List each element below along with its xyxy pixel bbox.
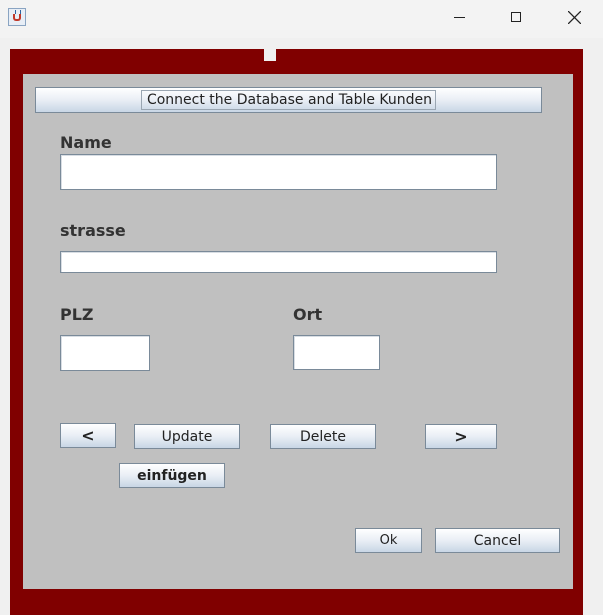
- maximize-icon: [511, 12, 521, 22]
- ort-field[interactable]: [293, 335, 380, 370]
- close-icon: [568, 11, 581, 24]
- cancel-button[interactable]: Cancel: [435, 528, 560, 553]
- name-label: Name: [60, 133, 112, 152]
- ort-label: Ort: [293, 305, 323, 324]
- connect-database-button[interactable]: Connect the Database and Table Kunden: [35, 87, 542, 113]
- next-record-button[interactable]: >: [425, 424, 497, 449]
- minimize-icon: [454, 17, 465, 18]
- window-titlebar: [0, 0, 603, 38]
- ok-button[interactable]: Ok: [355, 528, 422, 553]
- previous-record-button[interactable]: <: [60, 423, 116, 448]
- name-field[interactable]: [60, 154, 497, 190]
- close-button[interactable]: [551, 0, 597, 36]
- java-coffee-cup-icon[interactable]: [8, 8, 26, 26]
- strasse-label: strasse: [60, 221, 126, 240]
- plz-label: PLZ: [60, 305, 94, 324]
- connect-button-label: Connect the Database and Table Kunden: [140, 90, 437, 110]
- plz-field[interactable]: [60, 335, 150, 371]
- update-button[interactable]: Update: [134, 424, 240, 449]
- frame-notch: [264, 47, 276, 61]
- maximize-button[interactable]: [494, 0, 540, 36]
- strasse-field[interactable]: [60, 251, 497, 273]
- delete-button[interactable]: Delete: [270, 424, 376, 449]
- minimize-button[interactable]: [436, 0, 482, 36]
- insert-button[interactable]: einfügen: [119, 463, 225, 488]
